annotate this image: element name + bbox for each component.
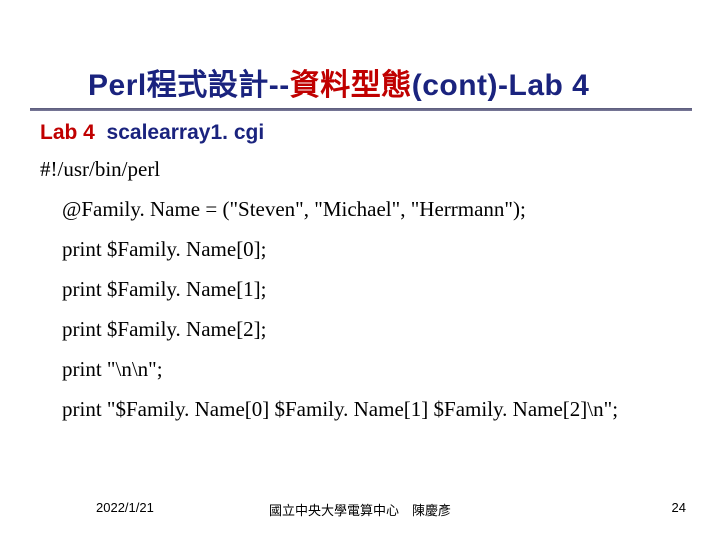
lab-heading: Lab 4 scalearray1. cgi	[0, 111, 720, 145]
footer: 2022/1/21 國立中央大學電算中心 陳慶彥 24	[0, 500, 720, 520]
code-line-5: print "\n\n";	[40, 359, 720, 380]
slide-title: Perl程式設計--資料型態(cont)-Lab 4	[88, 60, 720, 104]
title-area: Perl程式設計--資料型態(cont)-Lab 4	[0, 0, 720, 104]
title-part3: (cont)-Lab 4	[412, 69, 590, 102]
code-line-2: print $Family. Name[0];	[40, 239, 720, 260]
footer-page: 24	[672, 500, 686, 515]
lab-label-blue: scalearray1. cgi	[107, 121, 265, 144]
title-dash: --	[269, 69, 290, 102]
code-line-6: print "$Family. Name[0] $Family. Name[1]…	[40, 399, 720, 420]
title-part2: 資料型態	[290, 69, 412, 102]
footer-center: 國立中央大學電算中心 陳慶彥	[0, 500, 720, 519]
code-line-4: print $Family. Name[2];	[40, 319, 720, 340]
title-part1: Perl程式設計	[88, 69, 269, 102]
lab-label-red: Lab 4	[40, 121, 95, 144]
code-line-0: #!/usr/bin/perl	[40, 159, 720, 180]
code-block: #!/usr/bin/perl @Family. Name = ("Steven…	[0, 145, 720, 420]
code-line-3: print $Family. Name[1];	[40, 279, 720, 300]
code-line-1: @Family. Name = ("Steven", "Michael", "H…	[40, 199, 720, 220]
slide: Perl程式設計--資料型態(cont)-Lab 4 Lab 4 scalear…	[0, 0, 720, 540]
